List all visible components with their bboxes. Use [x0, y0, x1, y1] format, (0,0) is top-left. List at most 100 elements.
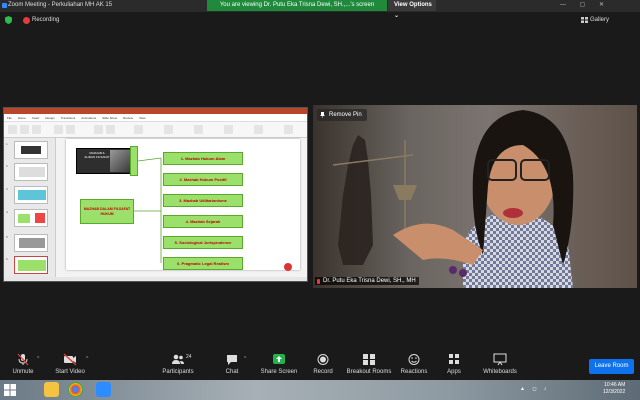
meeting-toolbar: Unmute ^ Start Video ^ Participants 24 C… [0, 352, 640, 380]
speaker-video[interactable]: Remove Pin Dr. Putu Eka Trisna Dewi, SH.… [313, 105, 637, 288]
breakout-rooms-button[interactable]: Breakout Rooms [346, 352, 392, 380]
thumb-number: 1 [6, 142, 8, 146]
gallery-grid-icon[interactable] [581, 17, 588, 23]
record-button[interactable]: Record [311, 352, 335, 380]
record-icon [284, 263, 292, 271]
slide-accent-box [130, 146, 138, 176]
thumb-number: 6 [6, 257, 8, 261]
slide-thumbnail-active[interactable] [14, 256, 48, 274]
record-label: Record [313, 369, 333, 375]
participants-label: Participants [162, 369, 194, 375]
ppt-ribbon-tabs: File Home Insert Design Transitions Animation… [4, 114, 307, 122]
thumb-number: 2 [6, 164, 8, 168]
ppt-tool-icon [54, 125, 63, 134]
thumb-number: 3 [6, 187, 8, 191]
windows-start-icon[interactable] [4, 384, 16, 396]
share-banner: You are viewing Dr. Putu Eka Trisna Dewi… [207, 0, 387, 11]
record-icon [317, 354, 329, 365]
whiteboards-label: Whiteboards [483, 369, 517, 375]
chrome-icon[interactable] [68, 382, 83, 397]
ppt-tab: View [138, 116, 146, 120]
speaker-silhouette [332, 110, 574, 288]
slide-thumbnail[interactable] [14, 234, 48, 252]
slide-thumbnail[interactable] [14, 141, 48, 159]
gallery-view-button[interactable]: Gallery [590, 17, 609, 23]
speaker-name: Dr. Putu Eka Trisna Dewi, SH., MH [323, 278, 416, 284]
ppt-tool-icon [224, 125, 233, 134]
ppt-toolbar [4, 122, 307, 138]
ppt-tool-icon [254, 125, 263, 134]
video-options-caret[interactable]: ^ [86, 356, 88, 362]
ppt-tab: Transitions [60, 116, 76, 120]
muted-microphone-icon [17, 353, 29, 366]
zoom-app-icon[interactable] [96, 382, 111, 397]
ppt-tab: Home [17, 116, 26, 120]
share-screen-label: Share Screen [260, 369, 298, 375]
slide-title-image [110, 150, 130, 172]
window-controls[interactable]: — ▢ ✕ [560, 1, 610, 8]
shared-screen[interactable]: File Home Insert Design Transitions Animation… [3, 107, 308, 282]
reactions-button[interactable]: Reactions [400, 352, 428, 380]
participants-icon [172, 354, 184, 364]
thumb-number: 5 [6, 235, 8, 239]
zoom-logo-icon [2, 3, 7, 8]
clock-time: 10:46 AM [604, 382, 626, 388]
start-video-label: Start Video [55, 369, 85, 375]
share-screen-button[interactable]: Share Screen [260, 352, 298, 380]
apps-label: Apps [447, 369, 461, 375]
file-explorer-icon[interactable] [44, 382, 59, 397]
chat-options-caret[interactable]: ^ [244, 356, 246, 362]
ppt-tab: Review [123, 116, 133, 120]
ppt-tab: Insert [31, 116, 40, 120]
thumb-number: 4 [6, 210, 8, 214]
chat-label: Chat [225, 369, 239, 375]
ppt-tool-icon [94, 125, 103, 134]
slide-thumbnails: 1 2 3 4 5 6 [4, 138, 56, 277]
share-screen-icon [273, 354, 285, 364]
slide-item-box: 3. Mazhab Utilitarianisme [163, 194, 243, 207]
slide-item-box: 6. Pragmatic Legal Realism [163, 257, 243, 270]
ppt-tool-icon [134, 125, 143, 134]
participants-count: 24 [186, 354, 192, 360]
ppt-tab: Animations [81, 116, 97, 120]
ppt-status-bar [4, 277, 307, 281]
start-video-button[interactable]: Start Video [52, 352, 88, 380]
ppt-tool-icon [66, 125, 75, 134]
ppt-tab: File [7, 116, 12, 120]
ppt-tool-icon [106, 125, 115, 134]
apps-icon [449, 354, 459, 364]
ppt-tool-icon [164, 125, 173, 134]
ppt-tab: Slide Show [102, 116, 118, 120]
muted-mic-icon [317, 279, 320, 284]
slide-thumbnail[interactable] [14, 186, 48, 204]
speaker-name-label: Dr. Putu Eka Trisna Dewi, SH., MH [315, 277, 419, 285]
whiteboards-button[interactable]: Whiteboards [480, 352, 520, 380]
slide-thumbnail[interactable] [14, 209, 48, 227]
slide-item-box: 1. Mazhab Hukum Alam [163, 152, 243, 165]
audio-options-caret[interactable]: ^ [37, 356, 39, 362]
view-options-button[interactable]: View Options ⌄ [388, 0, 436, 19]
slide-item-box: 5. Sociological Jurisprudence [163, 236, 243, 249]
leave-room-button[interactable]: Leave Room [589, 359, 634, 374]
unmute-button[interactable]: Unmute [6, 352, 40, 380]
system-tray-icons[interactable]: ▲ ◻ ♪ [520, 386, 549, 392]
ppt-tool-icon [194, 125, 203, 134]
slide-thumbnail[interactable] [14, 163, 48, 181]
shield-icon[interactable] [5, 16, 12, 24]
slide-main-box: MAZHAB DALAM FILSAFAT HUKUM [80, 199, 134, 224]
breakout-rooms-icon [363, 354, 375, 365]
ppt-tool-icon [32, 125, 41, 134]
taskbar-clock[interactable]: 10:46 AM 12/3/2022 [603, 382, 625, 396]
chat-button[interactable]: Chat [222, 352, 242, 380]
breakout-rooms-label: Breakout Rooms [346, 369, 392, 375]
ppt-tab: Design [45, 116, 55, 120]
slide-item-box: 2. Mazhab Hukum Positif [163, 173, 243, 186]
unmute-label: Unmute [12, 369, 34, 375]
apps-button[interactable]: Apps [444, 352, 464, 380]
slide-title-label: MAZHAB & ALIRAN FILSAFAT [84, 151, 110, 159]
slide-item-box: 4. Mazhab Sejarah [163, 215, 243, 228]
clock-date: 12/3/2022 [603, 389, 626, 395]
ppt-tool-icon [8, 125, 17, 134]
ppt-tool-icon [284, 125, 293, 134]
window-title: Zoom Meeting - Perkuliahan MH AK 15 [8, 2, 113, 8]
